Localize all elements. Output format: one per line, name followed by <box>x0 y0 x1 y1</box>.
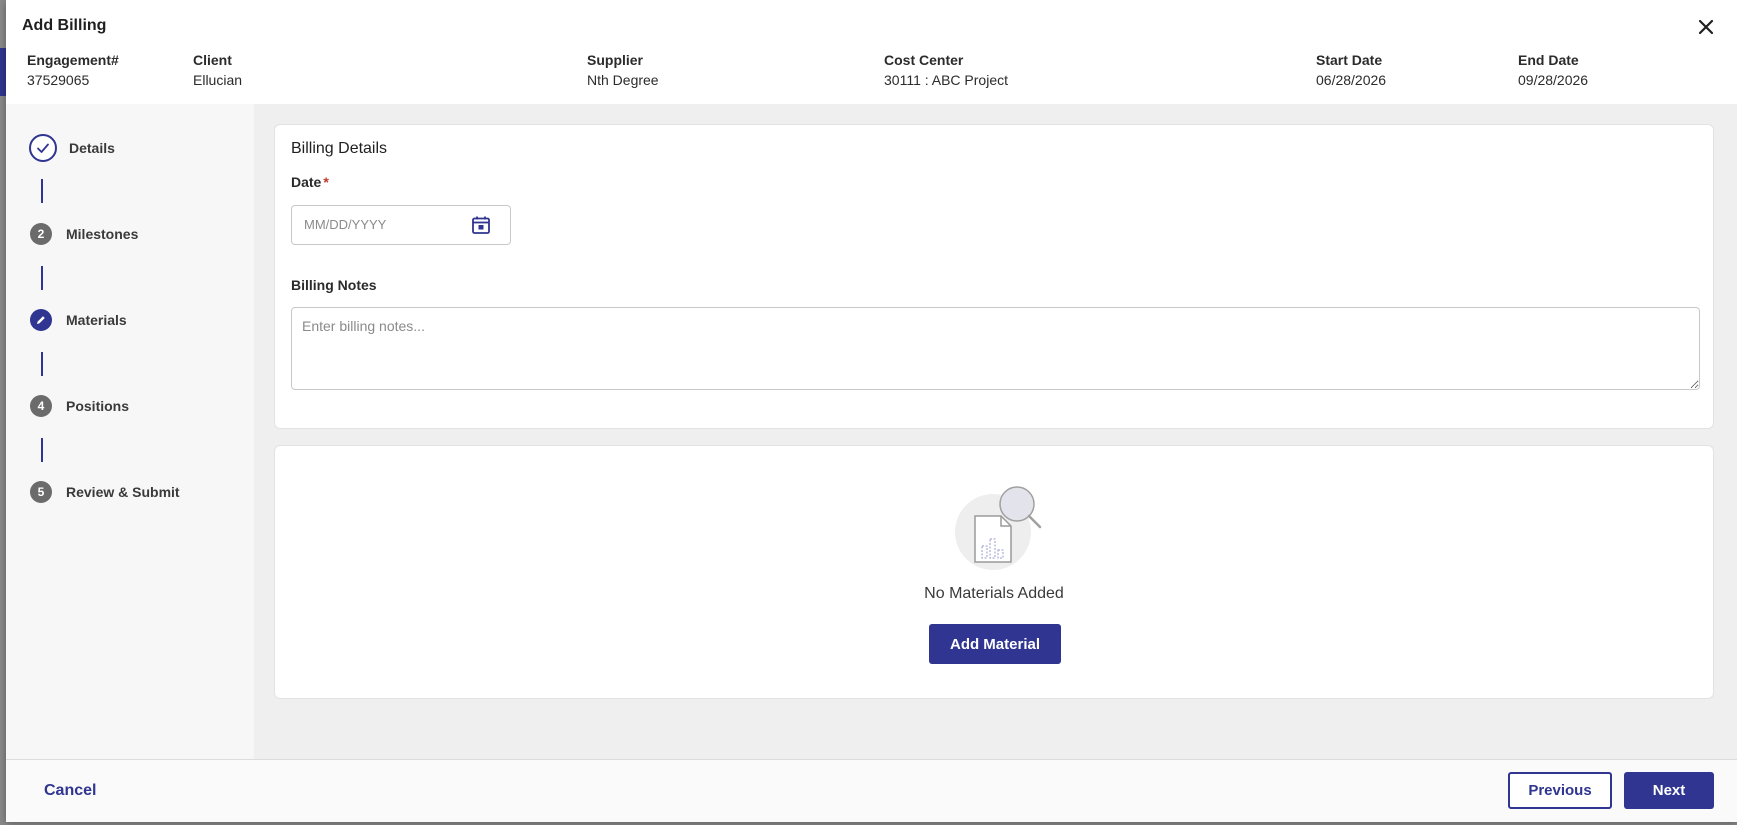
step-review-submit[interactable]: 5 Review & Submit <box>30 478 180 506</box>
step-connector <box>41 179 43 203</box>
step-positions[interactable]: 4 Positions <box>30 392 129 420</box>
step-connector <box>41 266 43 290</box>
modal-header: Add Billing Engagement# 37529065 Client … <box>6 0 1737 105</box>
step-details-label: Details <box>69 140 115 156</box>
main-content: Billing Details Date* Billing Notes <box>254 104 1737 759</box>
no-materials-text: No Materials Added <box>924 585 1064 602</box>
supplier-value: Nth Degree <box>587 72 659 88</box>
check-icon <box>29 134 57 162</box>
cancel-button[interactable]: Cancel <box>44 782 96 800</box>
step-number-badge: 4 <box>30 395 52 417</box>
client-label: Client <box>193 52 232 68</box>
materials-card: No Materials Added Add Material <box>274 445 1714 699</box>
next-button[interactable]: Next <box>1624 772 1714 809</box>
step-number-badge: 5 <box>30 481 52 503</box>
start-date-label: Start Date <box>1316 52 1383 68</box>
start-date-info: Start Date 06/28/2026 <box>1316 52 1386 88</box>
start-date-value: 06/28/2026 <box>1316 72 1387 88</box>
modal-title: Add Billing <box>22 17 107 34</box>
date-label-text: Date <box>291 174 322 190</box>
billing-notes-textarea[interactable] <box>291 307 1700 390</box>
end-date-value: 09/28/2026 <box>1518 72 1589 88</box>
add-billing-modal: Add Billing Engagement# 37529065 Client … <box>6 0 1737 822</box>
step-connector <box>41 352 43 376</box>
modal-footer: Cancel Previous Next <box>6 759 1737 822</box>
end-date-info: End Date 09/28/2026 <box>1518 52 1588 88</box>
date-field-label: Date * <box>291 174 329 190</box>
step-connector <box>41 438 43 462</box>
step-milestones[interactable]: 2 Milestones <box>30 220 138 248</box>
step-materials-label: Materials <box>66 312 127 328</box>
client-info: Client Ellucian <box>193 52 242 88</box>
empty-materials-illustration <box>953 484 1049 574</box>
previous-button[interactable]: Previous <box>1508 772 1612 809</box>
close-icon[interactable] <box>1693 14 1719 40</box>
engagement-number: Engagement# 37529065 <box>27 52 119 88</box>
date-field[interactable] <box>291 205 511 245</box>
supplier-info: Supplier Nth Degree <box>587 52 659 88</box>
cost-center-info: Cost Center 30111 : ABC Project <box>884 52 1008 88</box>
step-materials[interactable]: Materials <box>30 306 127 334</box>
step-review-submit-label: Review & Submit <box>66 484 180 500</box>
supplier-label: Supplier <box>587 52 644 68</box>
billing-details-card: Billing Details Date* Billing Notes <box>274 124 1714 429</box>
calendar-icon[interactable] <box>470 214 492 236</box>
step-number-badge: 2 <box>30 223 52 245</box>
cost-center-label: Cost Center <box>884 52 964 68</box>
billing-notes-label: Billing Notes <box>291 277 377 293</box>
billing-details-title: Billing Details <box>291 140 388 157</box>
pencil-icon <box>30 309 52 331</box>
date-input[interactable] <box>302 216 466 233</box>
step-details[interactable]: Details <box>29 134 115 162</box>
client-value: Ellucian <box>193 72 243 88</box>
engagement-number-label: Engagement# <box>27 52 119 68</box>
step-milestones-label: Milestones <box>66 226 139 242</box>
step-positions-label: Positions <box>66 398 130 414</box>
required-asterisk: * <box>323 174 329 190</box>
end-date-label: End Date <box>1518 52 1579 68</box>
add-material-button[interactable]: Add Material <box>929 624 1061 664</box>
step-navigation: Details 2 Milestones Materials 4 Positio… <box>6 104 254 759</box>
engagement-number-value: 37529065 <box>27 72 90 88</box>
cost-center-value: 30111 : ABC Project <box>884 72 1008 88</box>
